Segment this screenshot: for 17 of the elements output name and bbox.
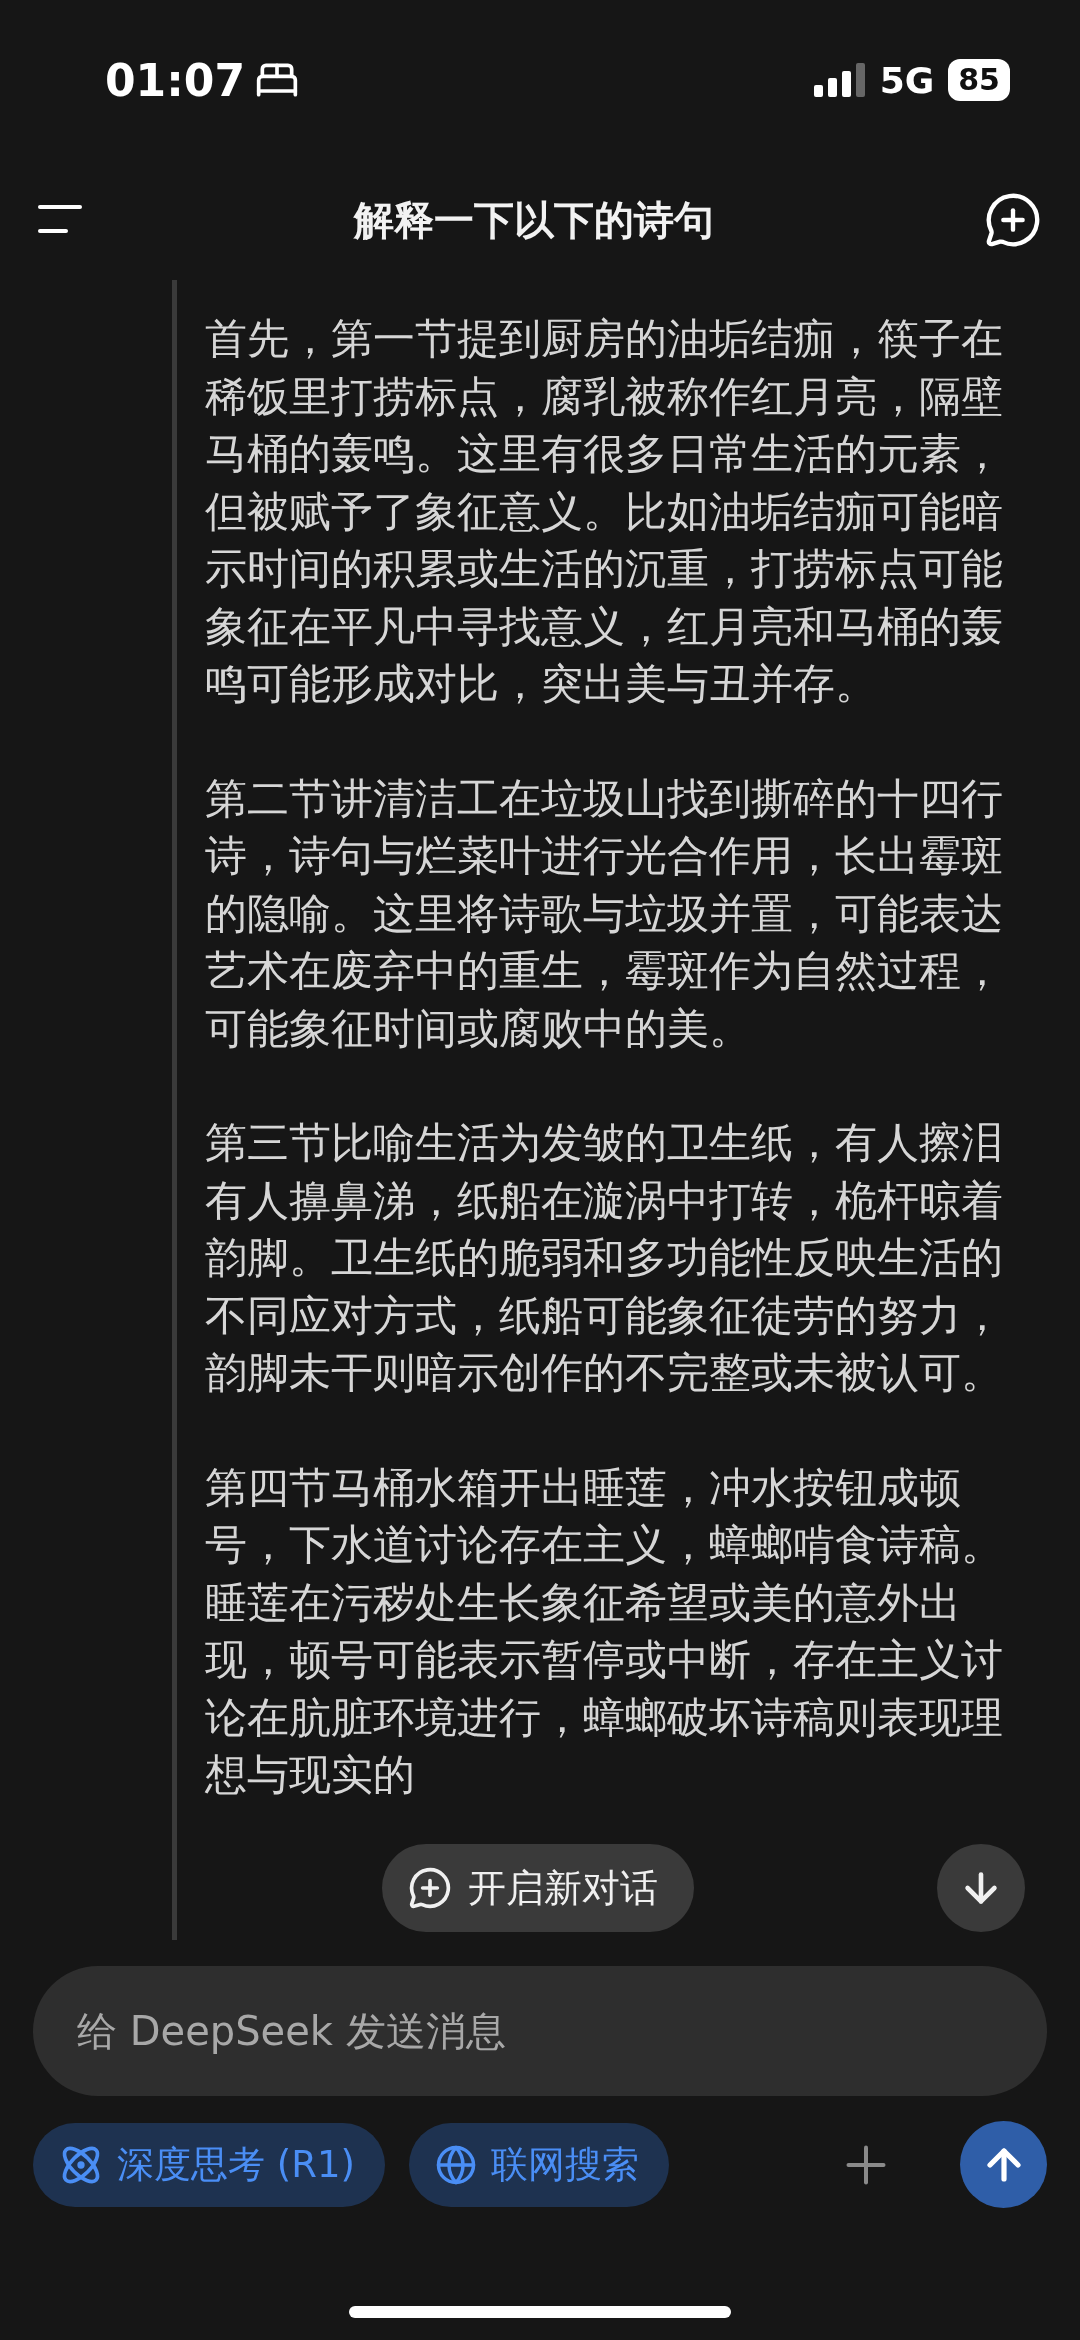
menu-icon[interactable] — [38, 205, 84, 235]
network-label: 5G — [879, 59, 935, 101]
mode-toggle[interactable]: 联网搜索 — [408, 2122, 669, 2207]
message-input[interactable]: 给 DeepSeek 发送消息 — [33, 1966, 1047, 2096]
mode-toggle[interactable]: 深度思考 (R1) — [33, 2122, 385, 2207]
signal-icon — [813, 63, 866, 97]
status-time: 01:07 — [105, 54, 246, 106]
message-paragraph: 首先，第一节提到厨房的油垢结痂，筷子在稀饭里打捞标点，腐乳被称作红月亮，隔壁马桶的轰鸣。这里有很多日常生活的元素，但被赋予了象征意义。比如油垢结痂可能暗示时间的积累或生活的沉重，打捞标点可能象征在平凡中寻找意义，红月亮和马桶的轰鸣可能形成对比，突出美与丑并存。 — [205, 313, 1004, 710]
new-chat-button[interactable]: 开启新对话 — [382, 1844, 694, 1932]
chat-plus-icon — [408, 1866, 452, 1910]
chat-title: 解释一下以下的诗句 — [354, 195, 714, 245]
globe-icon — [434, 2143, 477, 2186]
message-paragraph: 第三节比喻生活为发皱的卫生纸，有人擦泪有人擤鼻涕，纸船在漩涡中打转，桅杆晾着韵脚。卫生纸的脆弱和多功能性反映生活的不同应对方式，纸船可能象征徒劳的努力，韵脚未干则暗示创作的不完整或未被认可。 — [205, 1117, 1004, 1399]
new-chat-icon[interactable] — [984, 191, 1042, 249]
message-paragraph: 第二节讲清洁工在垃圾山找到撕碎的十四行诗，诗句与烂菜叶进行光合作用，长出霉斑的隐喻。这里将诗歌与垃圾并置，可能表达艺术在废弃中的重生，霉斑作为自然过程，可能象征时间或腐败中的美。 — [205, 772, 1004, 1055]
battery-level: 85 — [948, 59, 1010, 101]
message-paragraph: 第四节马桶水箱开出睡莲，冲水按钮成顿号，下水道讨论存在主义，蟑螂啃食诗稿。睡莲在污秽处生长象征希望或美的意外出现，顿号可能表示暂停或中断，存在主义讨论在肮脏环境进行，蟑螂破坏诗稿则表现理想与现实的 — [205, 1461, 1004, 1801]
